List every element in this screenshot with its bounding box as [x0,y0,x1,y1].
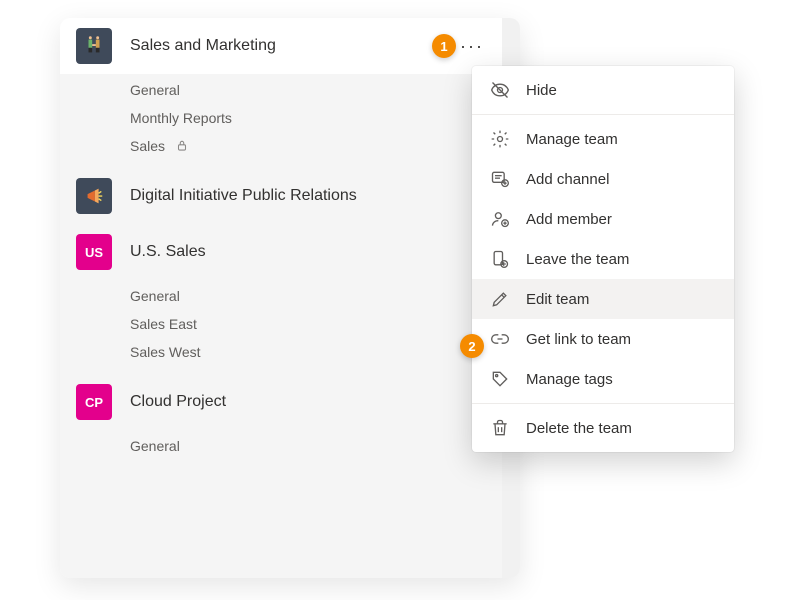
menu-label: Manage tags [526,371,613,388]
team-avatar [76,178,112,214]
channel-label: General [130,438,180,454]
ellipsis-icon: ··· [460,37,484,55]
channel-list: General Monthly Reports Sales [60,74,502,168]
channel-label: Sales East [130,316,197,332]
callout-badge-1: 1 [432,34,456,58]
menu-item-hide[interactable]: Hide [472,70,734,110]
menu-item-get-link[interactable]: Get link to team [472,319,734,359]
link-icon [490,329,510,349]
more-options-button[interactable]: ··· [458,32,486,60]
menu-label: Manage team [526,131,618,148]
handshake-icon [83,35,105,57]
menu-item-add-member[interactable]: Add member [472,199,734,239]
team-name: Sales and Marketing [130,37,458,55]
channel-list: General Sales East Sales West [60,280,502,374]
team-avatar: US [76,234,112,270]
menu-label: Delete the team [526,420,632,437]
team-header-cloud-project[interactable]: CP Cloud Project [60,374,502,430]
menu-divider [472,114,734,115]
gear-icon [490,129,510,149]
leave-icon [490,249,510,269]
menu-label: Hide [526,82,557,99]
team-avatar [76,28,112,64]
teams-list: Sales and Marketing ··· General Monthly … [60,18,502,578]
channel-item[interactable]: General [60,282,502,310]
channel-label: Sales West [130,344,201,360]
add-member-icon [490,209,510,229]
menu-label: Add member [526,211,612,228]
callout-badge-2: 2 [460,334,484,358]
menu-label: Edit team [526,291,589,308]
megaphone-icon [83,185,105,207]
team-name: U.S. Sales [130,243,486,261]
team-header-digital-initiative[interactable]: Digital Initiative Public Relations [60,168,502,224]
team-name: Digital Initiative Public Relations [130,187,486,205]
channel-label: General [130,82,180,98]
teams-sidebar-panel: Sales and Marketing ··· General Monthly … [60,18,520,578]
avatar-initials: CP [85,395,103,410]
menu-item-edit-team[interactable]: Edit team [472,279,734,319]
channel-item[interactable]: Sales West [60,338,502,366]
callout-number: 2 [468,339,475,354]
menu-label: Add channel [526,171,609,188]
team-avatar: CP [76,384,112,420]
menu-item-manage-team[interactable]: Manage team [472,119,734,159]
channel-label: Sales [130,138,165,154]
menu-item-delete-team[interactable]: Delete the team [472,408,734,448]
menu-label: Get link to team [526,331,631,348]
menu-label: Leave the team [526,251,629,268]
menu-divider [472,403,734,404]
menu-item-manage-tags[interactable]: Manage tags [472,359,734,399]
channel-item[interactable]: Sales [60,132,502,160]
menu-item-leave-team[interactable]: Leave the team [472,239,734,279]
channel-label: General [130,288,180,304]
channel-item[interactable]: Sales East [60,310,502,338]
channel-label: Monthly Reports [130,110,232,126]
eye-off-icon [490,80,510,100]
pencil-icon [490,289,510,309]
menu-item-add-channel[interactable]: Add channel [472,159,734,199]
channel-item[interactable]: Monthly Reports [60,104,502,132]
add-channel-icon [490,169,510,189]
team-name: Cloud Project [130,393,486,411]
team-header-us-sales[interactable]: US U.S. Sales [60,224,502,280]
team-context-menu: Hide Manage team Add channel [472,66,734,452]
channel-item[interactable]: General [60,432,502,460]
channel-item[interactable]: General [60,76,502,104]
lock-icon [175,139,189,153]
channel-list: General [60,430,502,468]
tag-icon [490,369,510,389]
trash-icon [490,418,510,438]
callout-number: 1 [440,39,447,54]
avatar-initials: US [85,245,103,260]
